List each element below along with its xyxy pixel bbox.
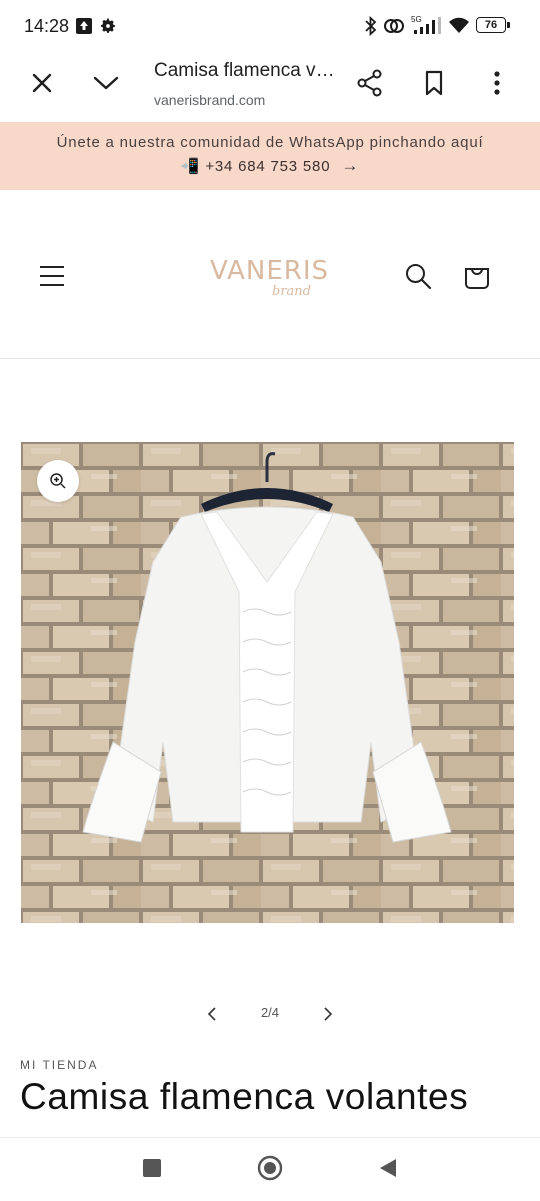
- signal-5g-icon: 5G: [410, 14, 442, 41]
- close-icon: [32, 73, 52, 93]
- menu-button[interactable]: [30, 254, 74, 298]
- close-tab-button[interactable]: [22, 63, 62, 103]
- search-icon: [406, 264, 432, 290]
- phone-emoji: 📲: [180, 158, 201, 175]
- recents-square-icon: [143, 1159, 161, 1177]
- gallery-counter: 2/4: [260, 1005, 280, 1020]
- arrow-right-icon: →: [341, 156, 360, 175]
- chevron-right-icon: [324, 1007, 333, 1021]
- page-url[interactable]: vanerisbrand.com: [154, 92, 265, 108]
- more-icon: [494, 71, 500, 95]
- chevron-down-icon: [93, 76, 119, 90]
- more-options-button[interactable]: [477, 63, 517, 103]
- announcement-phone: +34 684 753 580: [205, 158, 331, 175]
- product-title: Camisa flamenca volantes: [20, 1076, 469, 1117]
- nfc-icon: [384, 17, 404, 40]
- bookmark-icon: [425, 70, 443, 96]
- back-triangle-icon: [380, 1159, 396, 1177]
- product-vendor: MI TIENDA: [20, 1058, 99, 1072]
- chevron-left-icon: [207, 1007, 216, 1021]
- menu-icon: [40, 266, 64, 286]
- product-photo: [21, 442, 514, 923]
- upload-arrow-icon: [76, 18, 92, 34]
- battery-level: 76: [484, 19, 498, 31]
- home-circle-icon: [257, 1155, 283, 1181]
- page-title[interactable]: Camisa flamenca volantes: [154, 60, 339, 82]
- prev-image-button[interactable]: [198, 1000, 226, 1028]
- product-image[interactable]: [21, 442, 514, 923]
- search-button[interactable]: [396, 254, 440, 298]
- zoom-button[interactable]: [37, 460, 79, 502]
- back-button[interactable]: [368, 1148, 408, 1188]
- announcement-phone-line[interactable]: 📲 +34 684 753 580 →: [0, 156, 540, 176]
- header-divider: [0, 358, 540, 359]
- wifi-icon: [448, 16, 470, 39]
- share-icon: [357, 69, 382, 97]
- bluetooth-icon: [364, 15, 378, 41]
- minimize-button[interactable]: [86, 63, 126, 103]
- announcement-text[interactable]: Únete a nuestra comunidad de WhatsApp pi…: [0, 134, 540, 151]
- zoom-icon: [50, 473, 66, 489]
- svg-text:5G: 5G: [411, 15, 422, 24]
- battery-tip: [507, 22, 510, 28]
- share-button[interactable]: [350, 63, 390, 103]
- home-button[interactable]: [250, 1148, 290, 1188]
- cart-icon: [465, 268, 489, 289]
- battery-icon: 76: [476, 17, 506, 33]
- status-time: 14:28: [24, 16, 70, 36]
- cart-button[interactable]: [455, 254, 499, 298]
- brand-logo-sub: brand: [272, 284, 311, 299]
- recents-button[interactable]: [132, 1148, 172, 1188]
- bookmark-button[interactable]: [414, 63, 454, 103]
- brand-logo[interactable]: VANERIS: [210, 256, 328, 286]
- gear-icon: [99, 17, 117, 40]
- next-image-button[interactable]: [314, 1000, 342, 1028]
